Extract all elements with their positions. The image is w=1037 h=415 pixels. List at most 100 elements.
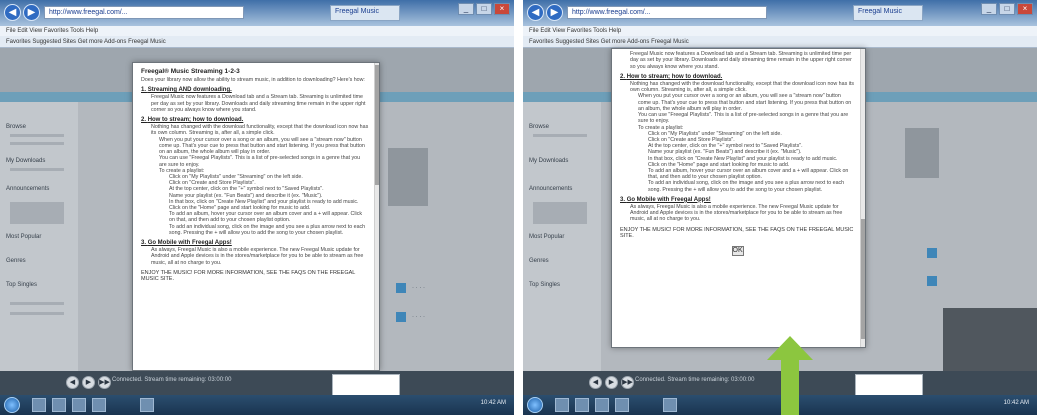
favorites-bar[interactable]: Favorites Suggested Sites Get more Add-o…: [0, 36, 514, 48]
taskbar-app-icon[interactable]: [575, 398, 589, 412]
section-number: 3.: [141, 240, 147, 247]
section-heading: Go Mobile with Freegal Apps!: [147, 240, 232, 247]
sidebar-item-singles[interactable]: Top Singles: [6, 282, 37, 288]
sidebar-item-singles[interactable]: Top Singles: [529, 282, 560, 288]
modal-ok-button[interactable]: OK: [731, 245, 744, 256]
forward-button[interactable]: ▶: [23, 4, 40, 21]
section-body: Freegal Music now features a Download ta…: [630, 51, 852, 70]
sidebar-line: [10, 168, 64, 171]
taskbar-app-icon[interactable]: [615, 398, 629, 412]
substep-item: To add an album, hover your cursor over …: [648, 167, 849, 181]
browser-titlebar: ◀ ▶ http://www.freegal.com/... Freegal M…: [0, 0, 514, 26]
sidebar-item-announcements[interactable]: Announcements: [6, 186, 49, 192]
taskbar-app-icon[interactable]: [595, 398, 609, 412]
back-button[interactable]: ◀: [527, 4, 544, 21]
modal-scrollbar[interactable]: [860, 49, 865, 347]
sidebar-line: [10, 134, 64, 137]
web-page: Browse My Downloads Announcements Most P…: [0, 48, 514, 371]
menu-bar[interactable]: File Edit View Favorites Tools Help: [0, 26, 514, 36]
minimize-button[interactable]: _: [458, 3, 474, 15]
browser-tab[interactable]: Freegal Music: [853, 5, 923, 21]
back-button[interactable]: ◀: [4, 4, 21, 21]
modal-closing-text: ENJOY THE MUSIC! FOR MORE INFORMATION, S…: [141, 269, 356, 282]
sidebar-item-announcements[interactable]: Announcements: [529, 186, 572, 192]
taskbar-app-icon[interactable]: [663, 398, 677, 412]
step-item: When you put your cursor over a song or …: [159, 136, 365, 156]
scrollbar-thumb[interactable]: [375, 65, 379, 185]
taskbar-app-icon[interactable]: [52, 398, 66, 412]
player-status: Connected. Stream time remaining: 03:00:…: [112, 377, 232, 383]
sidebar-block: [533, 202, 587, 224]
start-button[interactable]: [527, 397, 543, 413]
song-text: · · · ·: [412, 285, 425, 291]
sidebar-item-browse[interactable]: Browse: [6, 124, 26, 130]
next-icon[interactable]: ▶▶: [98, 376, 111, 389]
forward-button[interactable]: ▶: [546, 4, 563, 21]
section-body: Nothing has changed with the download fu…: [151, 124, 369, 137]
taskbar-app-icon[interactable]: [555, 398, 569, 412]
next-icon[interactable]: ▶▶: [621, 376, 634, 389]
taskbar-app-icon[interactable]: [140, 398, 154, 412]
play-icon[interactable]: ▶: [605, 376, 618, 389]
scrollbar-thumb[interactable]: [861, 219, 865, 339]
sidebar-line: [10, 142, 64, 145]
browser-tab[interactable]: Freegal Music: [330, 5, 400, 21]
sidebar-line: [533, 134, 587, 137]
sidebar-item-downloads[interactable]: My Downloads: [529, 158, 568, 164]
windows-taskbar: 10:42 AM: [0, 395, 514, 415]
favorites-bar[interactable]: Favorites Suggested Sites Get more Add-o…: [523, 36, 1037, 48]
modal-section-3: 3. Go Mobile with Freegal Apps! As alway…: [620, 196, 855, 223]
substep-item: To add an album, hover your cursor over …: [169, 211, 362, 224]
address-bar[interactable]: http://www.freegal.com/...: [567, 6, 767, 19]
tab-title: Freegal Music: [858, 8, 902, 15]
modal-scrollbar[interactable]: [374, 63, 379, 370]
video-thumbnail[interactable]: [943, 308, 1037, 371]
sidebar-item-downloads[interactable]: My Downloads: [6, 158, 45, 164]
address-text: http://www.freegal.com/...: [572, 9, 651, 16]
taskbar-app-icon[interactable]: [72, 398, 86, 412]
section-number: 2.: [620, 73, 626, 80]
browser-titlebar: ◀ ▶ http://www.freegal.com/... Freegal M…: [523, 0, 1037, 26]
screenshot-after: ◀ ▶ http://www.freegal.com/... Freegal M…: [523, 0, 1037, 415]
play-icon[interactable]: ▶: [82, 376, 95, 389]
artist-image[interactable]: [905, 128, 939, 178]
modal-intro: Does your library now allow the ability …: [141, 77, 365, 83]
sidebar-item-genres[interactable]: Genres: [529, 258, 549, 264]
streaming-info-modal: Freegal® Music Streaming 1-2-3 Does your…: [132, 62, 380, 371]
comparison-stage: ◀ ▶ http://www.freegal.com/... Freegal M…: [0, 0, 1037, 415]
artist-image[interactable]: [388, 148, 428, 206]
step-item: You can use "Freegal Playlists". This is…: [638, 112, 849, 125]
web-page: Browse My Downloads Announcements Most P…: [523, 48, 1037, 371]
start-button[interactable]: [4, 397, 20, 413]
previous-icon[interactable]: ◀: [589, 376, 602, 389]
sidebar-block: [10, 202, 64, 224]
player-status: Connected. Stream time remaining: 03:00:…: [635, 377, 755, 383]
minimize-button[interactable]: _: [981, 3, 997, 15]
arrow-shape: [767, 336, 813, 415]
step-list: When you put your cursor over a song or …: [638, 93, 855, 130]
modal-section-2: 2. How to stream; how to download. Nothi…: [620, 73, 855, 193]
menu-bar[interactable]: File Edit View Favorites Tools Help: [523, 26, 1037, 36]
sidebar-item-browse[interactable]: Browse: [529, 124, 549, 130]
close-window-button[interactable]: ×: [1017, 3, 1033, 15]
pointer-arrow-icon: [767, 336, 813, 415]
sidebar-item-popular[interactable]: Most Popular: [6, 234, 41, 240]
address-bar[interactable]: http://www.freegal.com/...: [44, 6, 244, 19]
substep-item: To add an individual song, click on the …: [648, 180, 845, 193]
step-list: When you put your cursor over a song or …: [159, 137, 369, 174]
substep-list: Click on "My Playlists" under "Streaming…: [648, 131, 855, 193]
stream-button[interactable]: [927, 248, 937, 258]
previous-icon[interactable]: ◀: [66, 376, 79, 389]
section-body: As always, Freegal Music is also a mobil…: [630, 203, 843, 223]
maximize-button[interactable]: □: [476, 3, 492, 15]
taskbar-app-icon[interactable]: [32, 398, 46, 412]
streaming-info-modal: Freegal Music now features a Download ta…: [611, 48, 866, 348]
sidebar-item-popular[interactable]: Most Popular: [529, 234, 564, 240]
close-window-button[interactable]: ×: [494, 3, 510, 15]
stream-button[interactable]: [396, 283, 406, 293]
stream-button[interactable]: [927, 276, 937, 286]
stream-button[interactable]: [396, 312, 406, 322]
maximize-button[interactable]: □: [999, 3, 1015, 15]
taskbar-app-icon[interactable]: [92, 398, 106, 412]
sidebar-item-genres[interactable]: Genres: [6, 258, 26, 264]
